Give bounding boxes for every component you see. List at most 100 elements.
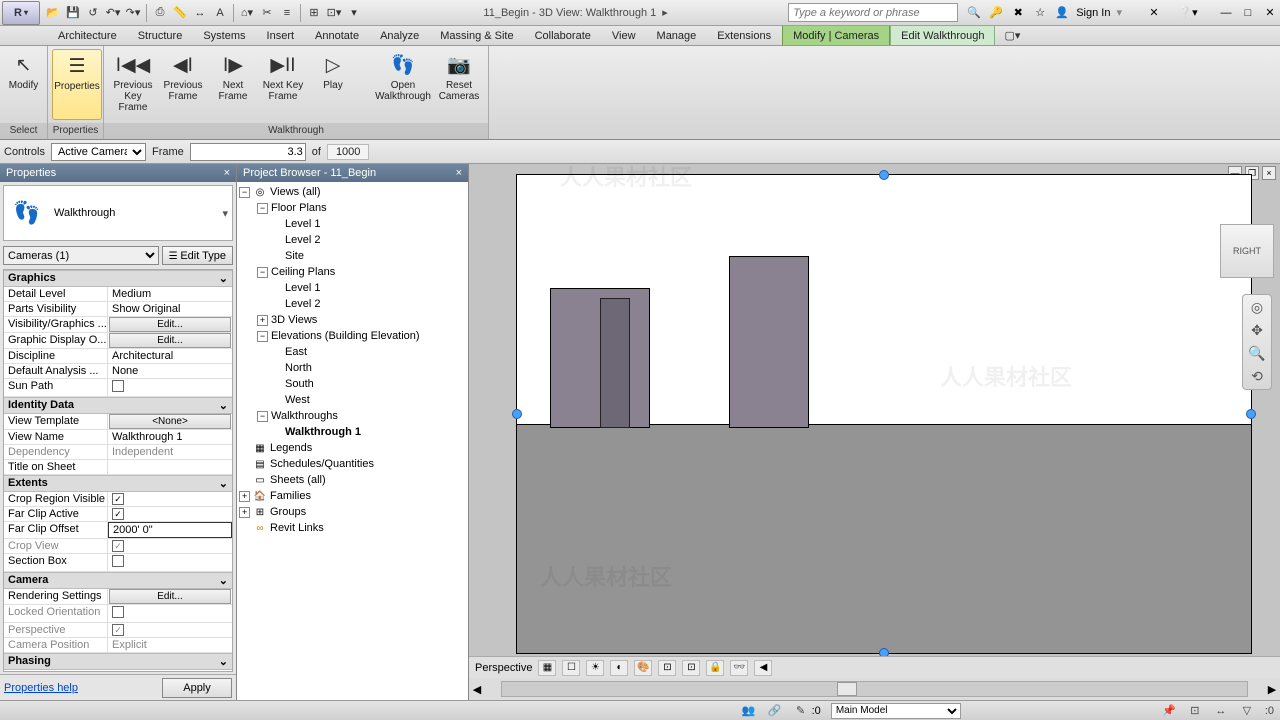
crop-handle-left[interactable] bbox=[512, 409, 522, 419]
tab-structure[interactable]: Structure bbox=[128, 26, 194, 45]
section-phasing[interactable]: Phasing⌄ bbox=[4, 653, 232, 670]
tab-collaborate[interactable]: Collaborate bbox=[525, 26, 602, 45]
navigation-bar[interactable]: ◎ ✥ 🔍 ⟲ bbox=[1242, 294, 1272, 390]
scale-label[interactable]: Perspective bbox=[475, 662, 532, 674]
worksets-icon[interactable]: 👥 bbox=[741, 703, 757, 719]
render-icon[interactable]: 🎨 bbox=[634, 660, 652, 676]
close-icon[interactable]: × bbox=[224, 167, 230, 179]
shadows-icon[interactable]: ◐ bbox=[610, 660, 628, 676]
view-canvas[interactable]: — ❐ × RIGHT ◎ ✥ 🔍 ⟲ Perspective ▦ ☐ ☀ ◐ bbox=[469, 164, 1280, 700]
close-icon[interactable]: × bbox=[456, 167, 462, 179]
editable-icon[interactable]: ✎ bbox=[793, 703, 809, 719]
workset-selector[interactable]: Main Model bbox=[831, 703, 961, 719]
project-tree[interactable]: −◎Views (all) −Floor Plans Level 1 Level… bbox=[237, 182, 468, 700]
zoom-icon[interactable]: 🔍 bbox=[1248, 345, 1265, 362]
temp-hide-icon[interactable]: 👓 bbox=[730, 660, 748, 676]
section-identity[interactable]: Identity Data⌄ bbox=[4, 397, 232, 414]
section-box-checkbox[interactable] bbox=[112, 555, 124, 567]
properties-button[interactable]: ☰ Properties bbox=[52, 49, 102, 120]
section-camera[interactable]: Camera⌄ bbox=[4, 572, 232, 589]
frame-value-input[interactable] bbox=[190, 143, 306, 161]
print-icon[interactable]: ⎙ bbox=[151, 4, 169, 22]
drag-icon[interactable]: ↔ bbox=[1213, 703, 1229, 719]
select-face-icon[interactable]: ⊡ bbox=[1187, 703, 1203, 719]
filter-icon[interactable]: ▽ bbox=[1239, 703, 1255, 719]
crop-region[interactable] bbox=[516, 174, 1252, 654]
crop-handle-right[interactable] bbox=[1246, 409, 1256, 419]
reset-cameras-button[interactable]: 📷 Reset Cameras bbox=[434, 49, 484, 120]
redo-icon[interactable]: ↷▾ bbox=[124, 4, 142, 22]
type-selector[interactable]: 👣 Walkthrough ▾ bbox=[3, 185, 233, 241]
tab-extensions[interactable]: Extensions bbox=[707, 26, 782, 45]
sync-icon[interactable]: ↺ bbox=[84, 4, 102, 22]
play-button[interactable]: ▷ Play bbox=[308, 49, 358, 120]
horizontal-scrollbar[interactable]: ◀ ▶ bbox=[469, 678, 1280, 700]
section-graphics[interactable]: Graphics⌄ bbox=[4, 270, 232, 287]
close-hidden-icon[interactable]: ⊞ bbox=[305, 4, 323, 22]
select-pinned-icon[interactable]: 📌 bbox=[1161, 703, 1177, 719]
visual-style-icon[interactable]: ☐ bbox=[562, 660, 580, 676]
properties-help-link[interactable]: Properties help bbox=[4, 682, 78, 694]
template-button[interactable]: <None> bbox=[109, 414, 231, 429]
dim-icon[interactable]: ↔ bbox=[191, 4, 209, 22]
browser-title-bar[interactable]: Project Browser - 11_Begin× bbox=[237, 164, 468, 182]
properties-grid[interactable]: Graphics⌄ Detail LevelMedium Parts Visib… bbox=[3, 269, 233, 672]
3d-icon[interactable]: ⌂▾ bbox=[238, 4, 256, 22]
next-keyframe-button[interactable]: ▶II Next Key Frame bbox=[258, 49, 308, 120]
detail-level-icon[interactable]: ▦ bbox=[538, 660, 556, 676]
tab-massing[interactable]: Massing & Site bbox=[430, 26, 524, 45]
pan-icon[interactable]: ✥ bbox=[1251, 322, 1263, 339]
apply-button[interactable]: Apply bbox=[162, 678, 232, 698]
thin-lines-icon[interactable]: ≡ bbox=[278, 4, 296, 22]
properties-title-bar[interactable]: Properties× bbox=[0, 164, 236, 182]
tab-view[interactable]: View bbox=[602, 26, 647, 45]
ribbon-collapse-icon[interactable]: ▢▾ bbox=[1003, 27, 1021, 45]
next-frame-button[interactable]: I▶ Next Frame bbox=[208, 49, 258, 120]
close-icon[interactable]: ✕ bbox=[1262, 5, 1278, 21]
text-icon[interactable]: A bbox=[211, 4, 229, 22]
open-icon[interactable]: 📂 bbox=[44, 4, 62, 22]
exchange-apps-icon[interactable]: ✕ bbox=[1146, 5, 1162, 21]
render-edit-button[interactable]: Edit... bbox=[109, 589, 231, 604]
more-icon[interactable]: ▾ bbox=[345, 4, 363, 22]
key-icon[interactable]: 🔑 bbox=[988, 5, 1004, 21]
tab-systems[interactable]: Systems bbox=[193, 26, 256, 45]
switch-win-icon[interactable]: ⊡▾ bbox=[325, 4, 343, 22]
tab-modify-cameras[interactable]: Modify | Cameras bbox=[782, 26, 890, 45]
previous-keyframe-button[interactable]: I◀◀ Previous Key Frame bbox=[108, 49, 158, 120]
favorite-icon[interactable]: ☆ bbox=[1032, 5, 1048, 21]
sun-path-icon[interactable]: ☀ bbox=[586, 660, 604, 676]
far-clip-checkbox[interactable]: ✓ bbox=[112, 508, 124, 520]
vis-edit-button[interactable]: Edit... bbox=[109, 317, 231, 332]
modify-button[interactable]: ↖ Modify bbox=[4, 49, 43, 120]
controls-mode-select[interactable]: Active Camera bbox=[51, 143, 146, 161]
sunpath-checkbox[interactable] bbox=[112, 380, 124, 392]
maximize-icon[interactable]: □ bbox=[1240, 5, 1256, 21]
instance-filter-select[interactable]: Cameras (1) bbox=[3, 246, 159, 265]
exchange-icon[interactable]: ✖ bbox=[1010, 5, 1026, 21]
open-walkthrough-button[interactable]: 👣 Open Walkthrough bbox=[372, 49, 434, 120]
view-cube[interactable]: RIGHT bbox=[1220, 224, 1274, 278]
tree-walkthrough-1[interactable]: Walkthrough 1 bbox=[239, 425, 466, 441]
tab-insert[interactable]: Insert bbox=[257, 26, 306, 45]
save-icon[interactable]: 💾 bbox=[64, 4, 82, 22]
tab-manage[interactable]: Manage bbox=[647, 26, 708, 45]
tab-edit-walkthrough[interactable]: Edit Walkthrough bbox=[890, 26, 995, 45]
app-menu-button[interactable]: R bbox=[2, 1, 40, 25]
sign-in-link[interactable]: Sign In bbox=[1076, 7, 1110, 19]
view-close-icon[interactable]: × bbox=[1262, 166, 1276, 180]
section-extents[interactable]: Extents⌄ bbox=[4, 475, 232, 492]
search-icon[interactable]: 🔍 bbox=[966, 5, 982, 21]
crop-visible-checkbox[interactable]: ✓ bbox=[112, 493, 124, 505]
measure-icon[interactable]: 📏 bbox=[171, 4, 189, 22]
select-links-icon[interactable]: 🔗 bbox=[767, 703, 783, 719]
lock-icon[interactable]: 🔒 bbox=[706, 660, 724, 676]
minimize-icon[interactable]: — bbox=[1218, 5, 1234, 21]
previous-frame-button[interactable]: ◀I Previous Frame bbox=[158, 49, 208, 120]
tab-architecture[interactable]: Architecture bbox=[48, 26, 128, 45]
section-icon[interactable]: ✂ bbox=[258, 4, 276, 22]
steering-wheel-icon[interactable]: ◎ bbox=[1251, 299, 1263, 316]
crop-visible-icon[interactable]: ⊡ bbox=[682, 660, 700, 676]
help-icon[interactable]: ❔▾ bbox=[1180, 5, 1196, 21]
crop-handle-top[interactable] bbox=[879, 170, 889, 180]
